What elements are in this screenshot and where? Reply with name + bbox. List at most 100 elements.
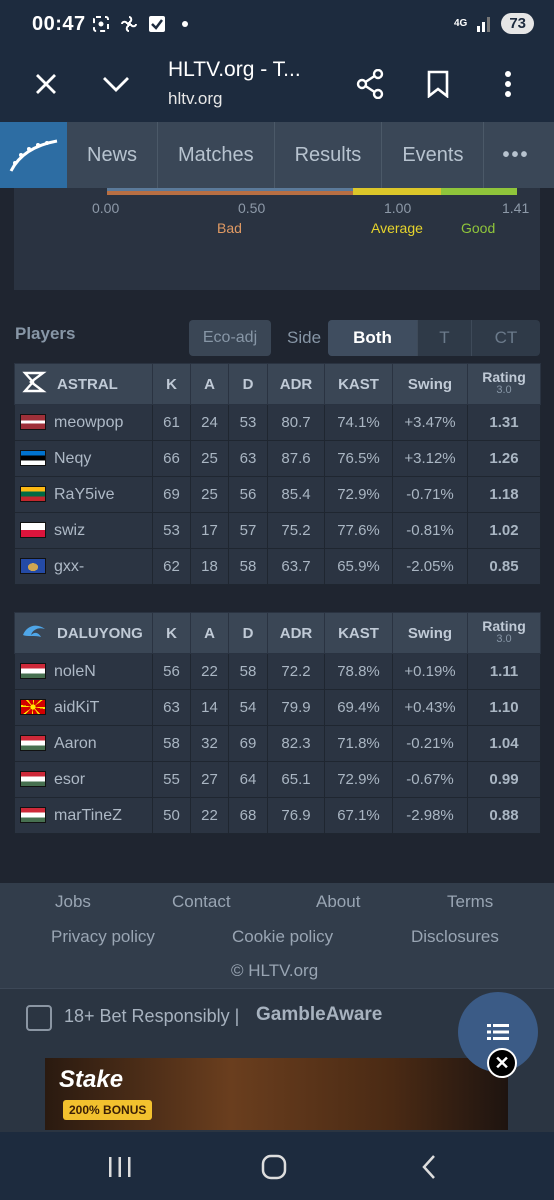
stat-d: 69 (228, 725, 268, 762)
page-title[interactable]: HLTV.org - T... (168, 58, 301, 82)
column-header-d[interactable]: D (228, 612, 268, 654)
player-name-link[interactable]: Aaron (54, 735, 97, 752)
player-name-link[interactable]: esor (54, 771, 85, 788)
player-cell[interactable]: noleN (14, 653, 153, 690)
stat-kast: 67.1% (324, 797, 393, 834)
column-header-a[interactable]: A (190, 363, 229, 405)
side-t-button[interactable]: T (418, 320, 472, 356)
column-header-k[interactable]: K (152, 612, 191, 654)
stat-rating: 1.10 (467, 689, 541, 726)
player-cell[interactable]: esor (14, 761, 153, 798)
player-name-link[interactable]: RaY5ive (54, 486, 114, 503)
stat-d: 56 (228, 476, 268, 513)
nav-news[interactable]: News (67, 122, 159, 188)
team-header[interactable]: ASTRAL (14, 363, 153, 405)
share-button[interactable] (348, 62, 392, 106)
recent-apps-button[interactable] (105, 1152, 135, 1182)
stat-k: 56 (152, 653, 191, 690)
footer-copyright: © HLTV.org (231, 961, 319, 980)
stat-k: 63 (152, 689, 191, 726)
stat-rating: 0.88 (467, 797, 541, 834)
column-header-adr[interactable]: ADR (267, 612, 325, 654)
player-cell[interactable]: Neqy (14, 440, 153, 477)
chevron-down-icon (103, 77, 129, 92)
nav-matches[interactable]: Matches (158, 122, 275, 188)
stat-kast: 65.9% (324, 548, 393, 585)
rating-scale-panel: 0.00 0.50 1.00 1.41 Bad Average Good (14, 188, 540, 290)
footer-link-about[interactable]: About (316, 892, 360, 912)
close-icon: ✕ (494, 1052, 510, 1073)
nav-more[interactable]: ••• (484, 122, 547, 188)
player-name-link[interactable]: Neqy (54, 450, 91, 467)
player-name-link[interactable]: marTineZ (54, 807, 122, 824)
nav-results[interactable]: Results (275, 122, 383, 188)
column-header-rating[interactable]: Rating 3.0 (467, 363, 541, 405)
column-header-swing[interactable]: Swing (392, 612, 468, 654)
footer-link-jobs[interactable]: Jobs (55, 892, 91, 912)
player-cell[interactable]: marTineZ (14, 797, 153, 834)
home-button[interactable] (259, 1152, 289, 1182)
team-header[interactable]: DALUYONG (14, 612, 153, 654)
player-name-link[interactable]: aidKiT (54, 699, 99, 716)
stat-adr: 85.4 (267, 476, 325, 513)
stat-kast: 77.6% (324, 512, 393, 549)
footer-link-cookie[interactable]: Cookie policy (232, 927, 333, 947)
player-cell[interactable]: gxx- (14, 548, 153, 585)
bookmark-button[interactable] (416, 62, 460, 106)
footer-link-disclosures[interactable]: Disclosures (411, 927, 499, 947)
footer-link-contact[interactable]: Contact (172, 892, 231, 912)
overflow-menu-button[interactable] (486, 62, 530, 106)
hltv-logo[interactable] (0, 122, 67, 188)
stake-banner-ad[interactable]: Stake 200% BONUS (45, 1058, 508, 1130)
footer-link-terms[interactable]: Terms (447, 892, 493, 912)
close-ad-button[interactable]: ✕ (487, 1048, 517, 1078)
player-cell[interactable]: meowpop (14, 404, 153, 441)
gambleaware-link[interactable]: GambleAware (256, 1004, 382, 1026)
player-name-link[interactable]: swiz (54, 522, 85, 539)
player-name-link[interactable]: gxx- (54, 558, 84, 575)
scale-tick: 1.41 (502, 200, 530, 216)
minimize-button[interactable] (94, 62, 138, 106)
player-row: esor 55 27 64 65.1 72.9% -0.67% 0.99 (14, 761, 541, 798)
column-header-k[interactable]: K (152, 363, 191, 405)
stat-k: 58 (152, 725, 191, 762)
side-both-button[interactable]: Both (328, 320, 418, 356)
column-header-kast[interactable]: KAST (324, 363, 393, 405)
stat-swing: +0.43% (392, 689, 468, 726)
battery-indicator: 73 (501, 13, 534, 34)
column-header-swing[interactable]: Swing (392, 363, 468, 405)
stat-kast: 71.8% (324, 725, 393, 762)
nav-events[interactable]: Events (382, 122, 485, 188)
stat-k: 53 (152, 512, 191, 549)
player-cell[interactable]: swiz (14, 512, 153, 549)
back-button[interactable] (414, 1152, 444, 1182)
column-header-a[interactable]: A (190, 612, 229, 654)
eco-adj-toggle[interactable]: Eco-adj (189, 320, 271, 356)
stat-swing: -0.81% (392, 512, 468, 549)
stat-adr: 79.9 (267, 689, 325, 726)
close-icon (36, 74, 56, 94)
footer-link-privacy[interactable]: Privacy policy (51, 927, 155, 947)
player-row: gxx- 62 18 58 63.7 65.9% -2.05% 0.85 (14, 548, 541, 585)
stat-rating: 0.99 (467, 761, 541, 798)
stat-k: 61 (152, 404, 191, 441)
side-ct-button[interactable]: CT (472, 320, 540, 356)
stat-k: 66 (152, 440, 191, 477)
scale-label-bad: Bad (217, 220, 242, 236)
team-name[interactable]: ASTRAL (57, 376, 118, 393)
page-url[interactable]: hltv.org (168, 89, 223, 109)
stat-swing: +3.47% (392, 404, 468, 441)
site-footer: Jobs Contact About Terms Privacy policy … (0, 883, 554, 988)
dot-icon (182, 21, 188, 27)
player-name-link[interactable]: meowpop (54, 414, 123, 431)
close-tab-button[interactable] (24, 62, 68, 106)
column-header-adr[interactable]: ADR (267, 363, 325, 405)
player-name-link[interactable]: noleN (54, 663, 96, 680)
column-header-d[interactable]: D (228, 363, 268, 405)
player-cell[interactable]: aidKiT (14, 689, 153, 726)
player-cell[interactable]: Aaron (14, 725, 153, 762)
column-header-kast[interactable]: KAST (324, 612, 393, 654)
player-cell[interactable]: RaY5ive (14, 476, 153, 513)
column-header-rating[interactable]: Rating 3.0 (467, 612, 541, 654)
team-name[interactable]: DALUYONG (57, 625, 143, 642)
